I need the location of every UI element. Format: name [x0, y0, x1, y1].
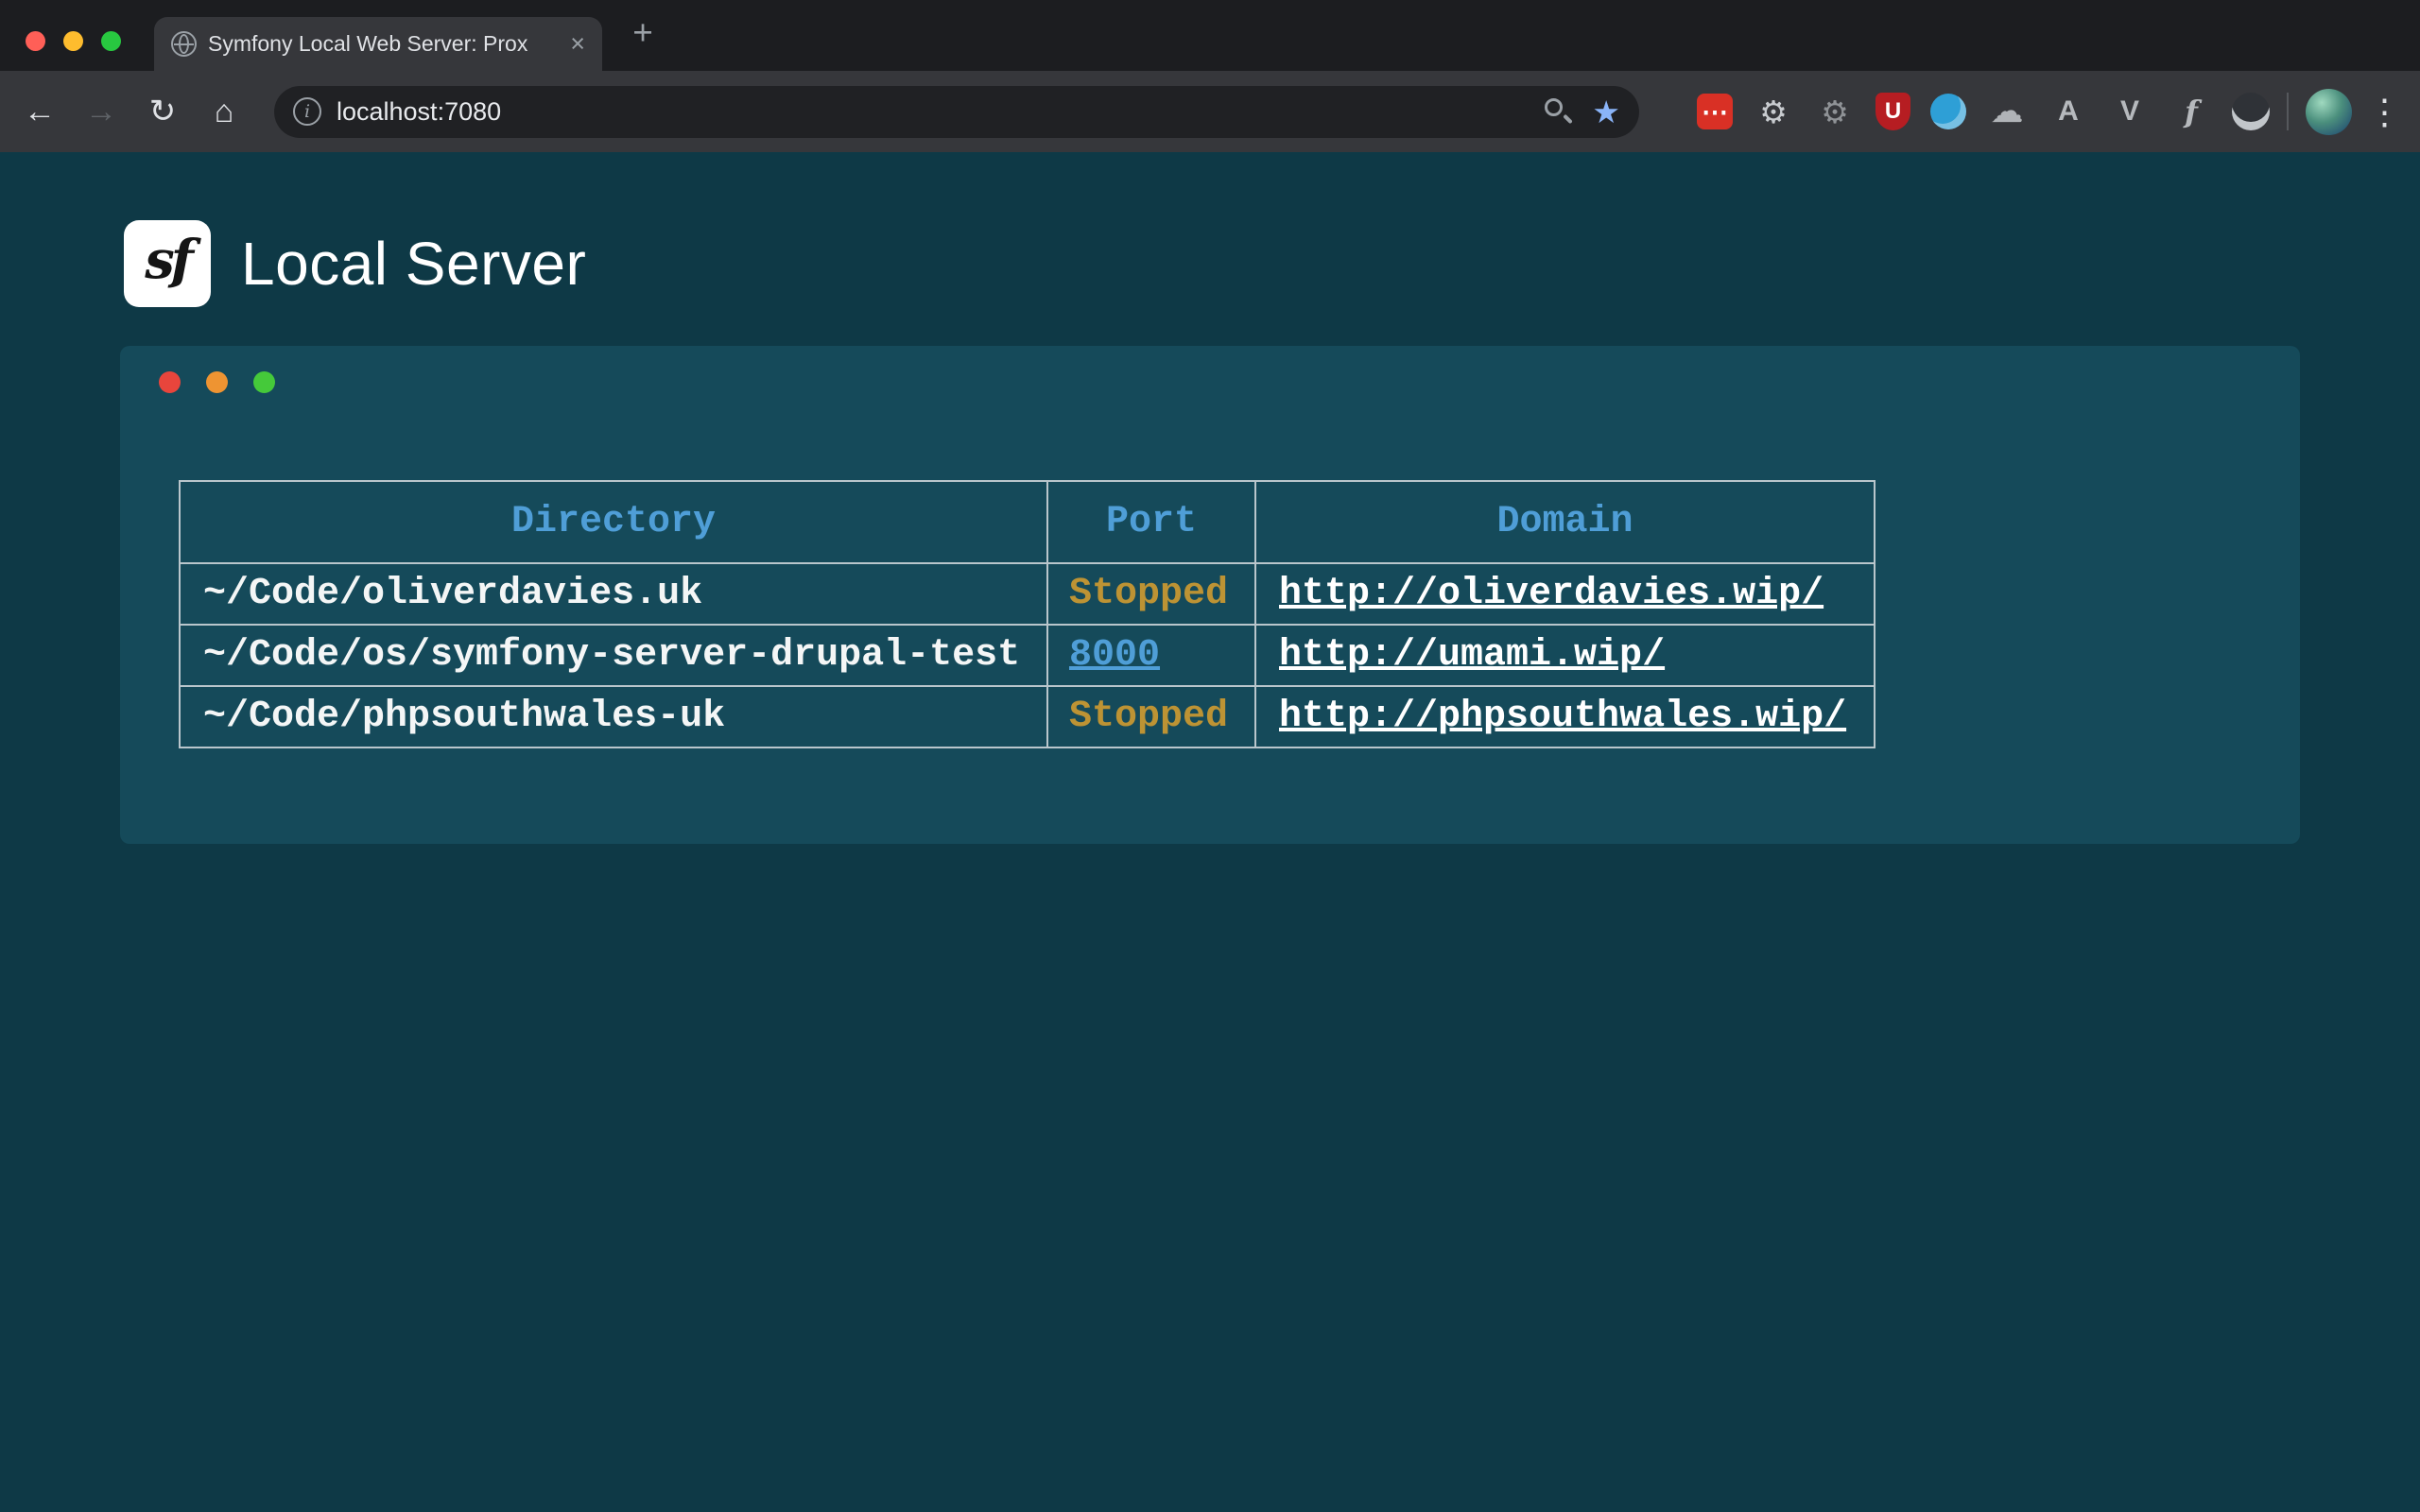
- domain-cell: http://oliverdavies.wip/: [1255, 563, 1875, 625]
- reload-button[interactable]: ↻: [138, 93, 187, 130]
- browser-window: Symfony Local Web Server: Prox × + ← → ↻…: [0, 0, 2420, 1512]
- port-status-stopped: Stopped: [1069, 696, 1228, 738]
- extension-ublock-icon[interactable]: U: [1876, 93, 1910, 130]
- window-zoom-button[interactable]: [101, 31, 121, 51]
- domain-cell: http://umami.wip/: [1255, 625, 1875, 686]
- url-text[interactable]: localhost:7080: [337, 97, 1541, 127]
- info-glyph: i: [304, 101, 310, 122]
- extension-dark-gear-icon[interactable]: ⚙: [1814, 91, 1856, 132]
- window-minimize-button[interactable]: [63, 31, 83, 51]
- col-header-port: Port: [1047, 481, 1255, 563]
- extension-blue-circle-icon[interactable]: [1930, 94, 1966, 129]
- tab-title: Symfony Local Web Server: Prox: [208, 31, 559, 57]
- domain-link[interactable]: http://oliverdavies.wip/: [1279, 573, 1824, 615]
- globe-meridian: [179, 34, 189, 54]
- table-row: ~/Code/phpsouthwales-uk Stopped http://p…: [180, 686, 1875, 747]
- zoom-icon[interactable]: [1541, 94, 1575, 129]
- page-content: sf Local Server Directory Port Domain: [0, 152, 2420, 1512]
- terminal-dots: [159, 371, 275, 393]
- col-header-directory: Directory: [180, 481, 1047, 563]
- extension-gear-icon[interactable]: ⚙: [1753, 91, 1794, 132]
- servers-table: Directory Port Domain ~/Code/oliverdavie…: [179, 480, 1876, 748]
- domain-cell: http://phpsouthwales.wip/: [1255, 686, 1875, 747]
- extension-cloud-icon[interactable]: ☁: [1986, 91, 2028, 132]
- server-panel: Directory Port Domain ~/Code/oliverdavie…: [120, 346, 2300, 844]
- symfony-logo: sf: [124, 220, 211, 307]
- zoom-lens: [1545, 98, 1563, 116]
- new-tab-button[interactable]: +: [624, 14, 662, 52]
- forward-button[interactable]: →: [77, 94, 126, 130]
- bookmark-star-icon[interactable]: ★: [1592, 96, 1620, 128]
- back-button[interactable]: ←: [15, 94, 64, 130]
- directory-cell: ~/Code/oliverdavies.uk: [180, 563, 1047, 625]
- port-link[interactable]: 8000: [1069, 634, 1160, 677]
- col-header-domain: Domain: [1255, 481, 1875, 563]
- port-cell: Stopped: [1047, 686, 1255, 747]
- profile-avatar[interactable]: [2306, 89, 2352, 135]
- port-cell: 8000: [1047, 625, 1255, 686]
- domain-link[interactable]: http://phpsouthwales.wip/: [1279, 696, 1846, 738]
- window-controls: [26, 31, 121, 51]
- tab-strip: Symfony Local Web Server: Prox × +: [0, 0, 2420, 71]
- site-info-icon[interactable]: i: [293, 97, 321, 126]
- table-row: ~/Code/oliverdavies.uk Stopped http://ol…: [180, 563, 1875, 625]
- symfony-logo-glyph: sf: [145, 229, 190, 291]
- directory-cell: ~/Code/os/symfony-server-drupal-test: [180, 625, 1047, 686]
- extension-f-icon[interactable]: f: [2170, 91, 2212, 132]
- zoom-handle: [1564, 114, 1574, 125]
- table-header-row: Directory Port Domain: [180, 481, 1875, 563]
- terminal-dot-green: [253, 371, 275, 393]
- port-cell: Stopped: [1047, 563, 1255, 625]
- browser-tab[interactable]: Symfony Local Web Server: Prox ×: [154, 17, 602, 71]
- window-close-button[interactable]: [26, 31, 45, 51]
- browser-toolbar: ← → ↻ ⌂ i localhost:7080 ★ ⋯ ⚙ ⚙ U ☁ A V…: [0, 71, 2420, 152]
- brand-header: sf Local Server: [124, 220, 586, 307]
- extension-github-icon[interactable]: [2232, 93, 2270, 130]
- tab-close-icon[interactable]: ×: [570, 31, 585, 57]
- home-button[interactable]: ⌂: [199, 94, 249, 130]
- domain-link[interactable]: http://umami.wip/: [1279, 634, 1665, 677]
- address-bar[interactable]: i localhost:7080 ★: [274, 86, 1639, 138]
- terminal-dot-orange: [206, 371, 228, 393]
- directory-cell: ~/Code/phpsouthwales-uk: [180, 686, 1047, 747]
- extension-v-icon[interactable]: V: [2109, 91, 2151, 132]
- tab-favicon-globe-icon: [171, 31, 197, 57]
- toolbar-separator: [2287, 93, 2289, 130]
- terminal-dot-red: [159, 371, 181, 393]
- browser-menu-icon[interactable]: ⋮: [2367, 92, 2395, 132]
- extension-a-icon[interactable]: A: [2048, 91, 2089, 132]
- page-title: Local Server: [241, 229, 586, 299]
- extensions-bar: ⋯ ⚙ ⚙ U ☁ A V f: [1697, 91, 2270, 132]
- extension-red-dots-icon[interactable]: ⋯: [1697, 94, 1733, 129]
- port-status-stopped: Stopped: [1069, 573, 1228, 615]
- table-row: ~/Code/os/symfony-server-drupal-test 800…: [180, 625, 1875, 686]
